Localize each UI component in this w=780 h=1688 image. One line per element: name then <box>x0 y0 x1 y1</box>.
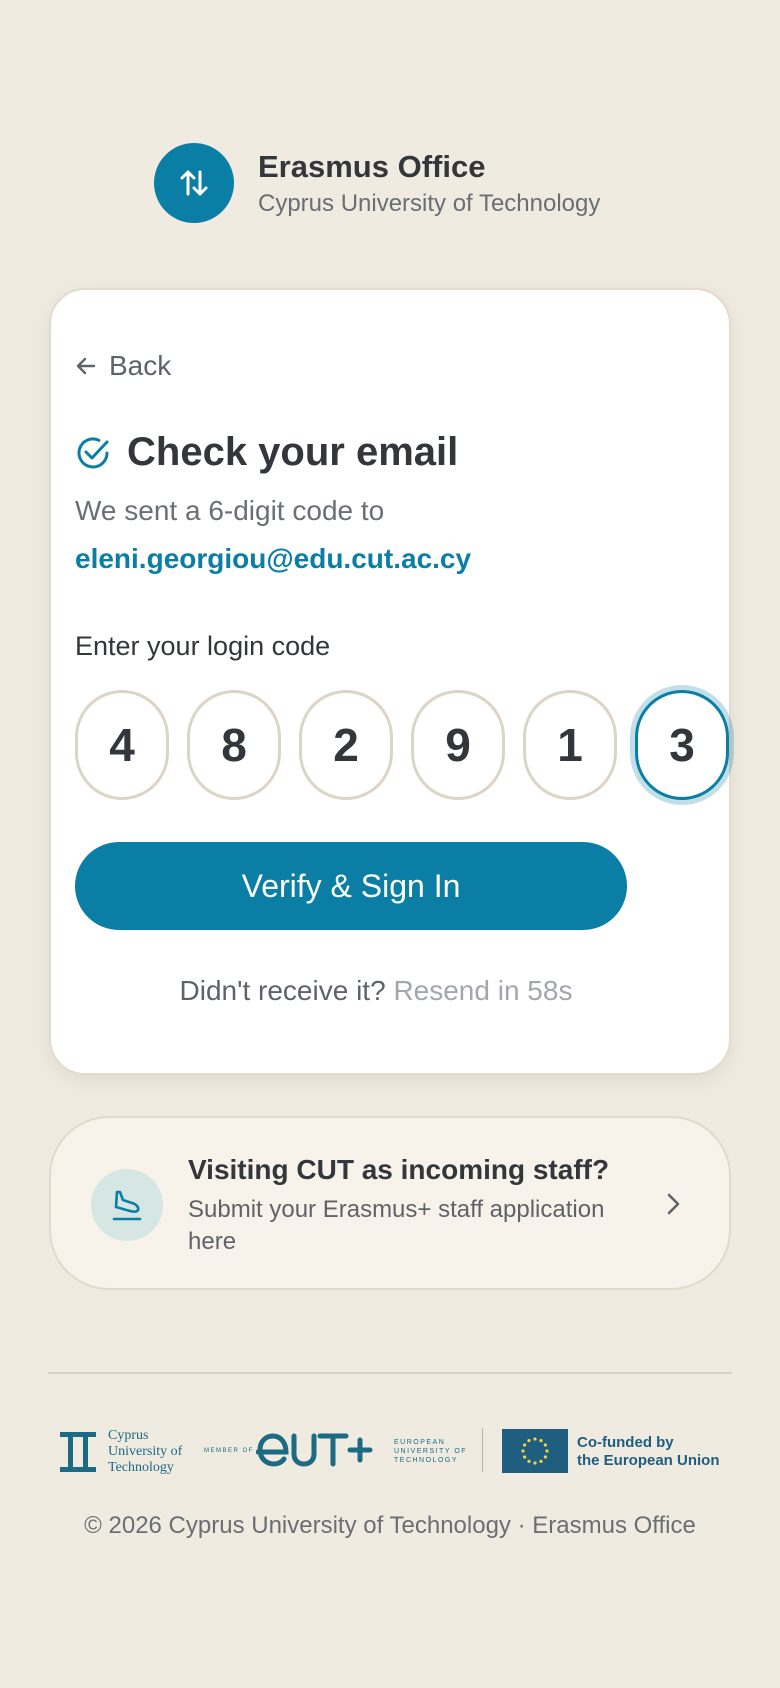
chevron-right-icon <box>659 1190 687 1223</box>
heading-row: Check your email <box>75 430 458 475</box>
eut-line-3: TECHNOLOGY <box>394 1457 459 1464</box>
logo-separator <box>482 1428 483 1472</box>
eu-cofunded-text: Co-funded by the European Union <box>577 1434 720 1470</box>
cut-logo-line-1: Cyprus <box>108 1428 149 1443</box>
login-code-card: Back Check your email We sent a 6-digit … <box>49 288 731 1075</box>
otp-digit-3[interactable]: 2 <box>299 690 393 800</box>
member-of-label: MEMBER OF <box>204 1448 254 1454</box>
app-title: Erasmus Office <box>258 149 486 185</box>
partner-logos: Cyprus University of Technology MEMBER O… <box>60 1428 724 1476</box>
sent-code-text: We sent a 6-digit code to <box>75 495 385 526</box>
page-title: Check your email <box>127 430 459 474</box>
back-label: Back <box>109 350 172 381</box>
cut-logo-line-2: University of <box>108 1444 183 1459</box>
verify-sign-in-button[interactable]: Verify & Sign In <box>75 842 627 930</box>
app-subtitle: Cyprus University of Technology <box>258 189 601 217</box>
arrow-left-icon <box>76 357 96 375</box>
cut-logo-line-3: Technology <box>108 1460 174 1475</box>
check-circle-icon <box>77 436 109 468</box>
cut-mark-icon <box>60 1432 96 1472</box>
brand-header: Erasmus Office Cyprus University of Tech… <box>154 143 600 223</box>
resend-timer: Resend in 58s <box>393 975 573 1006</box>
eu-flag-icon <box>502 1429 568 1473</box>
code-field-label: Enter your login code <box>75 631 331 661</box>
eut-line-2: UNIVERSITY OF <box>394 1448 468 1455</box>
resend-row: Didn't receive it? Resend in 58s <box>51 975 701 1007</box>
eut-text: EUROPEAN UNIVERSITY OF TECHNOLOGY <box>394 1438 467 1465</box>
incoming-staff-card[interactable]: Visiting CUT as incoming staff? Submit y… <box>49 1116 731 1290</box>
arrows-up-down-icon <box>154 143 234 223</box>
otp-digit-2[interactable]: 8 <box>187 690 281 800</box>
eu-line-2: the European Union <box>577 1452 720 1469</box>
otp-digit-5[interactable]: 1 <box>523 690 617 800</box>
back-button[interactable]: Back <box>75 350 171 382</box>
otp-digit-1[interactable]: 4 <box>75 690 169 800</box>
eut-plus-logo <box>255 1430 386 1475</box>
footer-divider <box>48 1372 732 1374</box>
otp-input-group: 4 8 2 9 1 3 <box>75 690 747 800</box>
recipient-email: eleni.georgiou@edu.cut.ac.cy <box>75 543 472 574</box>
staff-card-description: Submit your Erasmus+ staff application h… <box>188 1196 605 1255</box>
eu-line-1: Co-funded by <box>577 1434 674 1451</box>
copyright-text: © 2026 Cyprus University of Technology ·… <box>84 1512 696 1539</box>
eut-line-1: EUROPEAN <box>394 1439 446 1446</box>
cut-logo: Cyprus University of Technology <box>60 1428 182 1476</box>
otp-digit-6[interactable]: 3 <box>635 690 729 800</box>
plane-landing-icon <box>91 1169 163 1241</box>
otp-digit-4[interactable]: 9 <box>411 690 505 800</box>
resend-prompt: Didn't receive it? <box>179 975 386 1006</box>
staff-card-title: Visiting CUT as incoming staff? <box>188 1154 610 1185</box>
